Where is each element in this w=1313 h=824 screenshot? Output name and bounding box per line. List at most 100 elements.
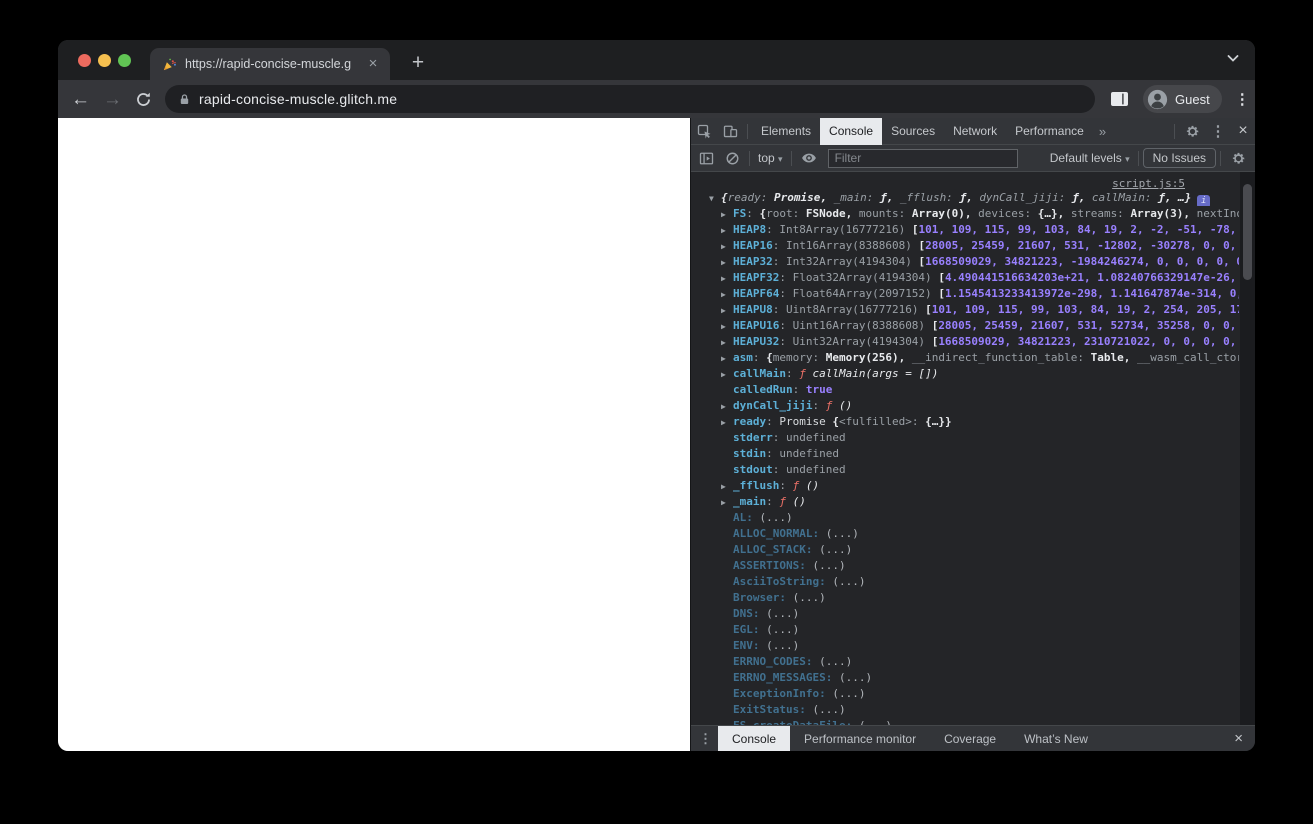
minimize-window-button[interactable] [98, 54, 111, 67]
console-row-assertions: ASSERTIONS: (...) [733, 559, 846, 572]
console-row-exitstatus: ExitStatus: (...) [733, 703, 846, 716]
console-row-ready[interactable]: ▶ ready: Promise {<fulfilled>: {…}} [691, 414, 1239, 430]
scrollbar-thumb[interactable] [1243, 184, 1252, 280]
context-selector[interactable]: top ▾ [754, 151, 787, 165]
drawer-tab-console[interactable]: Console [718, 725, 791, 751]
drawer-close-button[interactable]: × [1222, 730, 1255, 747]
console-row-callmain[interactable]: ▶ callMain: ƒ callMain(args = []) [691, 366, 1239, 382]
console-row-alloc-stack: ALLOC_STACK: (...) [733, 543, 853, 556]
console-messages: script.js:5 ▼ {ready: Promise, _main: ƒ, … [691, 172, 1255, 725]
expand-arrow-icon[interactable]: ▶ [721, 351, 733, 366]
expand-arrow-icon[interactable]: ▶ [721, 239, 733, 254]
console-row-fs-createdatafile: FS_createDataFile: (...) [691, 718, 1239, 725]
console-row-asm[interactable]: ▶ asm: {memory: Memory(256), __indirect_f… [691, 350, 1239, 366]
expand-arrow-icon[interactable]: ▶ [721, 415, 733, 430]
divider [1174, 123, 1175, 139]
devtools-tab-elements[interactable]: Elements [752, 118, 820, 145]
console-sidebar-icon[interactable] [693, 145, 719, 171]
url-bar[interactable]: rapid-concise-muscle.glitch.me [165, 85, 1095, 113]
expand-arrow-icon[interactable]: ▶ [721, 255, 733, 270]
console-row-heap16[interactable]: ▶ HEAP16: Int16Array(8388608) [28005, 254… [691, 238, 1239, 254]
devtools-tab-network[interactable]: Network [944, 118, 1006, 145]
console-row--fflush[interactable]: ▶ _fflush: ƒ () [691, 478, 1239, 494]
party-popper-icon [162, 57, 177, 72]
devtools-tabbar-tabs: Elements Console Sources Network Performance [752, 117, 1093, 145]
forward-button[interactable]: → [103, 90, 122, 109]
console-row-heapf64[interactable]: ▶ HEAPF64: Float64Array(2097152) [1.15454… [691, 286, 1239, 302]
new-tab-button[interactable]: + [404, 50, 432, 78]
devtools-tab-performance[interactable]: Performance [1006, 118, 1093, 145]
live-expression-eye-icon[interactable] [796, 145, 822, 171]
browser-menu-button[interactable]: ⋮ [1235, 90, 1250, 108]
clear-console-icon[interactable] [719, 145, 745, 171]
expand-arrow-icon[interactable]: ▶ [721, 367, 733, 382]
console-row-heap32[interactable]: ▶ HEAP32: Int32Array(4194304) [1668509029… [691, 254, 1239, 270]
page-content [58, 118, 690, 751]
console-scrollbar[interactable] [1240, 172, 1255, 725]
zoom-window-button[interactable] [118, 54, 131, 67]
side-panel-button[interactable] [1110, 91, 1129, 107]
console-row-browser: Browser: (...) [733, 591, 826, 604]
console-row-env: ENV: (...) [733, 639, 800, 652]
expand-arrow-icon[interactable]: ▶ [721, 495, 733, 510]
expand-arrow-icon[interactable]: ▶ [721, 335, 733, 350]
expand-arrow-icon[interactable]: ▶ [721, 271, 733, 286]
tab-search-chevron-icon[interactable] [1227, 55, 1239, 62]
url-text: rapid-concise-muscle.glitch.me [199, 91, 398, 107]
drawer-tab-what-s-new[interactable]: What’s New [1010, 726, 1102, 752]
expand-arrow-icon[interactable]: ▶ [721, 479, 733, 494]
devtools-close-button[interactable]: × [1231, 122, 1255, 140]
expand-arrow-icon[interactable]: ▶ [721, 303, 733, 318]
chevron-down-icon: ▾ [778, 154, 783, 164]
close-window-button[interactable] [78, 54, 91, 67]
tab-title: https://rapid-concise-muscle.g [185, 57, 352, 71]
levels-dropdown[interactable]: Default levels ▾ [1046, 151, 1134, 165]
drawer-tab-coverage[interactable]: Coverage [930, 726, 1010, 752]
console-row-heapf32[interactable]: ▶ HEAPF32: Float32Array(4194304) [4.49044… [691, 270, 1239, 286]
console-row-root[interactable]: ▼ {ready: Promise, _main: ƒ, _fflush: ƒ, … [691, 189, 1239, 206]
divider [790, 150, 792, 166]
devtools-settings-gear-icon[interactable] [1179, 118, 1205, 144]
devtools-tab-sources[interactable]: Sources [882, 118, 944, 145]
expand-arrow-icon[interactable]: ▶ [721, 223, 733, 238]
console-row-heapu16[interactable]: ▶ HEAPU16: Uint16Array(8388608) [28005, 2… [691, 318, 1239, 334]
device-toolbar-icon[interactable] [717, 118, 743, 144]
console-row--main[interactable]: ▶ _main: ƒ () [691, 494, 1239, 510]
expand-arrow-icon[interactable]: ▶ [721, 207, 733, 222]
expand-arrow-icon[interactable]: ▶ [721, 399, 733, 414]
expand-arrow-icon[interactable]: ▼ [709, 190, 721, 206]
drawer-tab-performance-monitor[interactable]: Performance monitor [790, 726, 930, 752]
console-toolbar: top ▾ Default levels ▾ No Issues [691, 145, 1255, 172]
object-state-badge-icon[interactable]: i [1197, 195, 1211, 206]
profile-chip[interactable]: Guest [1143, 85, 1222, 113]
browser-tab[interactable]: https://rapid-concise-muscle.g × [150, 48, 390, 80]
no-issues-button[interactable]: No Issues [1142, 148, 1216, 168]
console-row-asciitostring: AsciiToString: (...) [733, 575, 866, 588]
avatar-icon [1147, 89, 1168, 110]
tab-close-icon[interactable]: × [364, 55, 382, 73]
profile-label: Guest [1175, 91, 1210, 107]
devtools-menu-button[interactable]: ⋮ [1205, 118, 1231, 144]
expand-arrow-icon[interactable]: ▶ [721, 319, 733, 334]
reload-button[interactable] [135, 91, 152, 108]
console-row-dyncall-jiji[interactable]: ▶ dynCall_jiji: ƒ () [691, 398, 1239, 414]
drawer-menu-button[interactable]: ⋮ [699, 731, 712, 747]
tab-strip: https://rapid-concise-muscle.g × + [58, 40, 1255, 80]
console-row-fs[interactable]: ▶ FS: {root: FSNode, mounts: Array(0), de… [691, 206, 1239, 222]
console-row-dns: DNS: (...) [733, 607, 800, 620]
lock-icon[interactable] [178, 92, 191, 106]
more-tabs-button[interactable]: » [1093, 118, 1112, 145]
back-button[interactable]: ← [71, 90, 90, 109]
divider [1137, 150, 1139, 166]
filter-input[interactable] [827, 148, 1018, 168]
console-row-heap8[interactable]: ▶ HEAP8: Int8Array(16777216) [101, 109, 1… [691, 222, 1239, 238]
console-object-tree: ▼ {ready: Promise, _main: ƒ, _fflush: ƒ, … [691, 189, 1239, 725]
console-row-heapu32[interactable]: ▶ HEAPU32: Uint32Array(4194304) [16685090… [691, 334, 1239, 350]
console-row-egl: EGL: (...) [733, 623, 800, 636]
console-row-stderr: stderr: undefined [733, 431, 846, 444]
console-row-heapu8[interactable]: ▶ HEAPU8: Uint8Array(16777216) [101, 109,… [691, 302, 1239, 318]
expand-arrow-icon[interactable]: ▶ [721, 287, 733, 302]
devtools-tab-console[interactable]: Console [820, 117, 883, 145]
console-settings-gear-icon[interactable] [1225, 145, 1251, 171]
inspect-element-icon[interactable] [691, 118, 717, 144]
